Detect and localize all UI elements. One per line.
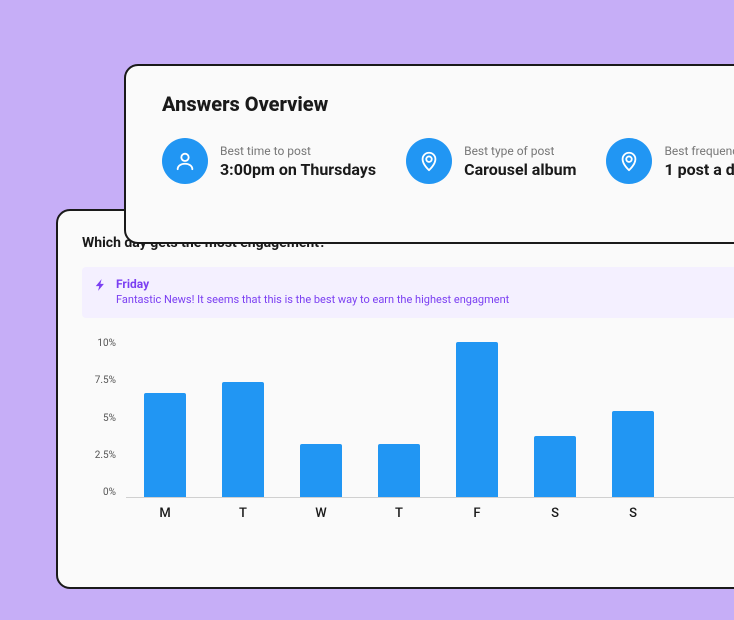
x-axis: MTWTFSS (126, 506, 734, 521)
y-tick: 2.5% (95, 450, 116, 461)
y-tick: 10% (97, 338, 116, 349)
insight-banner: Friday Fantastic News! It seems that thi… (82, 267, 734, 318)
overview-stat: Best type of post Carousel album (406, 138, 576, 184)
x-tick: S (534, 506, 576, 521)
bar (222, 382, 264, 497)
answers-overview-card: Answers Overview Best time to post 3:00pm… (124, 64, 734, 244)
y-tick: 7.5% (95, 375, 116, 386)
engagement-chart-card: Which day gets the most engagement? Frid… (56, 209, 734, 589)
stat-value: 1 post a day (664, 160, 734, 179)
x-tick: S (612, 506, 654, 521)
x-tick: M (144, 506, 186, 521)
bar-chart: 10% 7.5% 5% 2.5% 0% M T W T F S S (82, 338, 734, 518)
x-tick: F (456, 506, 498, 521)
x-tick: T (222, 506, 264, 521)
overview-stat: Best time to post 3:00pm on Thursdays (162, 138, 376, 184)
bar (534, 436, 576, 497)
overview-title: Answers Overview (162, 92, 734, 116)
bars (126, 338, 734, 498)
stat-label: Best frequency (664, 144, 734, 158)
stat-value: Carousel album (464, 160, 576, 179)
y-axis: 10% 7.5% 5% 2.5% 0% (82, 338, 126, 498)
y-tick: 0% (103, 487, 116, 498)
bar (144, 393, 186, 497)
stat-label: Best time to post (220, 144, 376, 158)
stat-value: 3:00pm on Thursdays (220, 160, 376, 179)
bar (378, 444, 420, 497)
insight-message: Fantastic News! It seems that this is th… (116, 293, 509, 306)
bar (612, 411, 654, 497)
insight-day: Friday (116, 277, 509, 291)
overview-stat: Best frequency 1 post a day (606, 138, 734, 184)
x-tick: T (378, 506, 420, 521)
stat-label: Best type of post (464, 144, 576, 158)
bar (456, 342, 498, 497)
lightning-icon (94, 277, 108, 296)
bar (300, 444, 342, 497)
pin-icon (606, 138, 652, 184)
overview-stats: Best time to post3:00pm on ThursdaysBest… (162, 138, 734, 184)
user-icon (162, 138, 208, 184)
pin-icon (406, 138, 452, 184)
x-tick: W (300, 506, 342, 521)
y-tick: 5% (103, 413, 116, 424)
